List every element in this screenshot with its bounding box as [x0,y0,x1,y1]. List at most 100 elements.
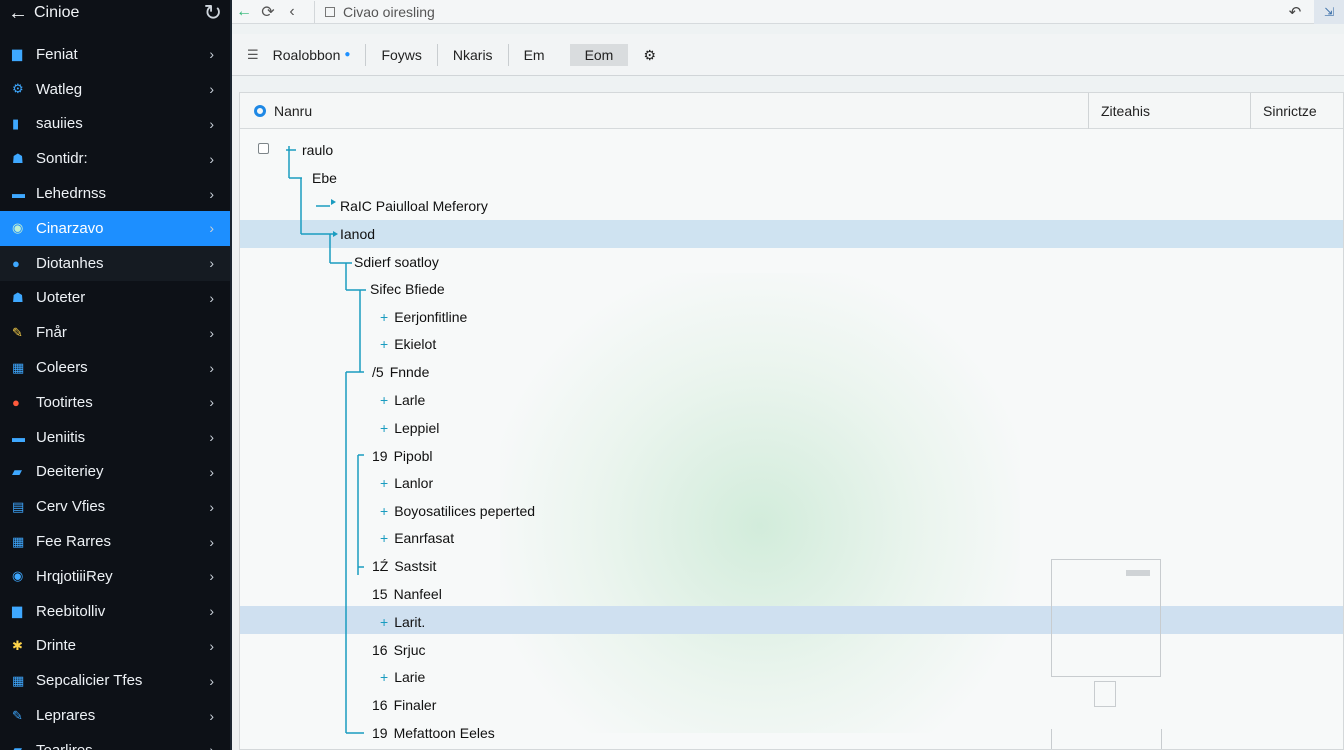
tree-item[interactable]: + Larle [380,392,425,408]
refresh-icon[interactable]: ↻ [204,0,222,26]
chevron-right-icon: › [209,603,214,620]
page-icon [325,6,335,17]
tree-item[interactable]: /5 Fnnde [372,364,429,380]
pin-icon[interactable]: ⇲ [1314,0,1344,24]
sidebar-list: ▆ Feniat › ⚙ Watleg › ▮ sauiies › ☗ Sontidr: › ▬ Lehe… [0,37,230,750]
tree-item[interactable]: + Ekielot [380,336,436,352]
sidebar-item[interactable]: ● Diotanhes › [0,245,230,281]
tree-item[interactable]: 16 Finaler [372,697,436,713]
sidebar-item[interactable]: ▦ Coleers › [0,350,230,385]
tree-checkbox[interactable] [258,143,269,154]
tree-item[interactable]: 15 Nanfeel [372,586,442,602]
folder-icon: ▰ [12,463,22,479]
expand-plus-icon[interactable]: + [380,336,388,352]
tree-item[interactable]: + Larit. [380,614,425,630]
tree-item[interactable]: + Boyosatilices peperted [380,503,535,519]
sidebar-item[interactable]: ▆ Feniat › [0,37,230,72]
ghost-frame [1051,559,1161,677]
tree-item[interactable]: 1Ź Sastsit [372,558,436,574]
settings-icon[interactable]: ⚙ [628,44,671,66]
sidebar-item-label: Leprares [36,707,96,725]
expand-plus-icon[interactable]: + [380,475,388,491]
tree-item[interactable]: + Eanrfasat [380,530,454,546]
tree-item[interactable]: + Leppiel [380,420,439,436]
address-bar[interactable]: Civao oiresling [314,0,1280,23]
tree-item[interactable]: 19 Pipobl [372,448,433,464]
back-icon[interactable]: ← [232,3,256,21]
toolbar-item-1[interactable]: Foyws [366,43,438,66]
grid-icon: ▦ [12,672,25,688]
expand-plus-icon[interactable]: + [380,669,388,685]
tree-item[interactable]: RaIC Paiulloal Meferory [340,198,488,214]
sidebar-item[interactable]: ▦ Fee Rarres › [0,524,230,559]
tree-item[interactable]: 19 Mefattoon Eeles [372,725,495,741]
globe-icon: ◉ [12,568,24,584]
sidebar-item[interactable]: ▦ Sepcalicier Tfes › [0,663,230,698]
expand-plus-icon[interactable]: + [380,503,388,519]
tree-item[interactable]: Sifec Bfiede [370,281,445,297]
card-icon: ▬ [12,186,25,202]
sidebar-item[interactable]: ◉ HrqjotiiiRey › [0,559,230,594]
back-arrow-icon[interactable]: ← [8,2,34,25]
book-icon: ▮ [12,115,20,131]
sidebar-item[interactable]: ◉ Cinarzavo › [0,210,230,246]
tree-item[interactable]: raulo [302,142,333,158]
toolbar-item-4[interactable]: Eom [569,43,629,66]
chevron-right-icon: › [209,220,214,237]
tree-item[interactable]: Ebe [312,170,337,186]
sidebar-item-label: Tearlires [36,742,209,750]
sidebar-item[interactable]: ▬ Ueniitis › [0,420,230,455]
tree-item-label: Sdierf soatloy [354,254,439,270]
sidebar-item[interactable]: ☗ Uoteter › [0,281,230,316]
reload-icon[interactable]: ⟳ [256,2,280,22]
sidebar-item-label: Deeiteriey [36,463,104,481]
tree-item[interactable]: Sdierf soatloy [354,254,439,270]
tree-item[interactable]: Ianod [340,226,375,242]
expand-plus-icon[interactable]: + [380,420,388,436]
list-menu-icon[interactable]: ☰ [247,44,259,66]
sidebar-item[interactable]: ▰ Tearlires› [0,733,230,750]
sidebar-item[interactable]: ● Tootirtes › [0,385,230,420]
star-icon: ✱ [12,637,23,653]
chevron-right-icon: › [209,185,214,202]
expand-plus-icon[interactable]: + [380,614,388,630]
sidebar-title: Cinioe [34,4,80,21]
chevron-right-icon: › [209,150,214,167]
document-icon: ▆ [12,603,22,619]
chevron-right-icon: › [209,742,214,750]
tree-item-label: Ianod [340,226,376,242]
tree-item-number: 15 [372,586,388,602]
tree-item-label: Lanlor [394,475,434,491]
expand-plus-icon[interactable]: + [380,530,388,546]
divider [1051,729,1052,749]
sidebar-item[interactable]: ⚙ Watleg › [0,72,230,107]
sidebar-header: ← Cinioe ↻ [0,0,230,26]
expand-plus-icon[interactable]: + [380,309,388,325]
sidebar-item[interactable]: ✱ Drinte › [0,629,230,664]
sidebar-item[interactable]: ▤ Cerv Vfies › [0,489,230,524]
chevron-right-icon: › [209,255,214,272]
sidebar-item[interactable]: ✎ Fnår › [0,315,230,350]
users-icon: ☗ [12,150,24,166]
expand-plus-icon[interactable]: + [380,392,388,408]
sidebar-item[interactable]: ✎ Leprares › [0,698,230,733]
sidebar-item[interactable]: ☗ Sontidr: › [0,141,230,176]
chevron-right-icon: › [209,672,214,689]
tree-item-label: Fnnde [389,364,430,380]
tree-item[interactable]: 16 Srjuc [372,642,425,658]
sidebar-item[interactable]: ▆ Reebitolliv › [0,594,230,629]
toolbar-item-3[interactable]: Em [509,44,560,66]
tree-item[interactable]: + Eerjonfitline [380,309,467,325]
undo-icon[interactable]: ↶ [1280,3,1310,21]
chevron-left-icon[interactable]: ‹ [280,3,304,21]
chevron-right-icon: › [209,324,214,341]
sidebar-item[interactable]: ▮ sauiies › [0,107,230,142]
tree-item-number: 16 [372,697,388,713]
tree-item[interactable]: + Lanlor [380,475,433,491]
tree-item[interactable]: + Larie [380,669,425,685]
sidebar-item[interactable]: ▰ Deeiteriey › [0,455,230,490]
toolbar-item-2[interactable]: Nkaris [438,43,509,66]
chevron-right-icon: › [209,394,214,411]
toolbar-item-0[interactable]: ☰ Roalobbon ● [232,43,367,66]
sidebar-item[interactable]: ▬ Lehedrnss › [0,176,230,211]
